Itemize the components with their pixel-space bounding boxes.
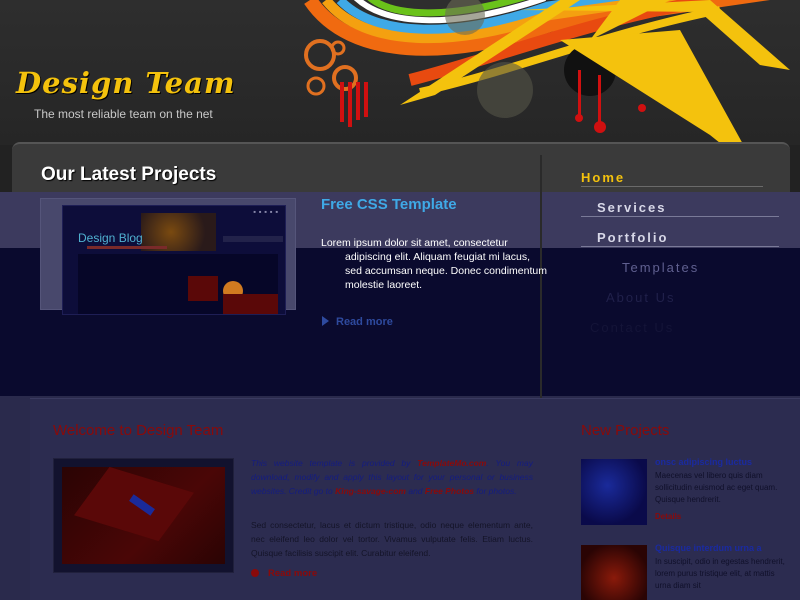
play-arrow-icon [322,316,329,326]
nav-about-us[interactable]: About Us [606,290,675,305]
featured-text-line1: Lorem ipsum dolor sit amet, consectetur [321,237,508,249]
site-header: Design Team The most reliable team on th… [0,0,800,145]
nav-divider [581,246,779,247]
nav-contact-us[interactable]: Contact Us [590,320,674,335]
featured-read-more-link[interactable]: Read more [322,316,393,328]
intro-prefix: This website template is provided by [251,458,411,468]
project-thumbnail-1[interactable] [581,459,647,525]
thumbnail-search [223,236,283,242]
welcome-image [53,458,234,573]
free-photos-link[interactable]: Free Photos [425,486,474,496]
thumbnail-nav: ■ ■ ■ ■ ■ [253,209,279,214]
nav-divider [581,216,779,217]
featured-project-title[interactable]: Free CSS Template [321,196,457,213]
nav-home[interactable]: Home [581,170,625,185]
rainbow-swirl-graphic [304,0,790,145]
intro-suffix: for photos. [476,486,517,496]
credit-link[interactable]: King-savage-com [335,486,406,496]
nav-templates[interactable]: Templates [622,260,699,275]
nav-portfolio[interactable]: Portfolio [597,230,668,245]
thumbnail-subline [87,246,167,249]
featured-text-rest: adipiscing elit. Aliquam feugiat mi lacu… [345,251,547,291]
welcome-intro-text: This website template is provided by Tem… [251,456,533,498]
project-desc-2: In suscipit, odio in egestas hendrerit, … [655,557,785,590]
featured-project-text: Lorem ipsum dolor sit amet, consectetur … [321,236,549,292]
bullet-icon [251,569,259,577]
project-thumbnail-2[interactable] [581,545,647,600]
project-details-link-1[interactable]: Details [655,512,681,521]
new-projects-heading: New Projects [581,422,670,439]
welcome-body-text: Sed consectetur, lacus et dictum tristiq… [251,520,533,558]
site-slogan: The most reliable team on the net [34,107,213,121]
thumbnail-caption: Design Blog [78,231,143,245]
project-thumbnail[interactable]: ■ ■ ■ ■ ■ Design Blog [62,205,286,315]
templatemo-link[interactable]: TemplateMo.com [417,458,486,468]
read-more-label: Read more [268,568,318,579]
project-desc-1: Maecenas vel libero quis diam sollicitud… [655,471,778,504]
thumbnail-block [188,276,218,301]
welcome-heading: Welcome to Design Team [53,422,224,439]
nav-services[interactable]: Services [597,200,667,215]
project-title-2[interactable]: Quisque interdum urna a [655,543,762,553]
latest-projects-heading: Our Latest Projects [41,164,217,185]
intro-and: and [408,486,423,496]
site-title[interactable]: Design Team [16,66,236,100]
project-title-1[interactable]: onsc adipiscing luctus [655,457,752,467]
nav-divider [581,186,763,187]
welcome-read-more-link[interactable]: Read more [251,568,317,579]
read-more-label: Read more [336,316,393,328]
thumbnail-block-2 [223,294,278,314]
